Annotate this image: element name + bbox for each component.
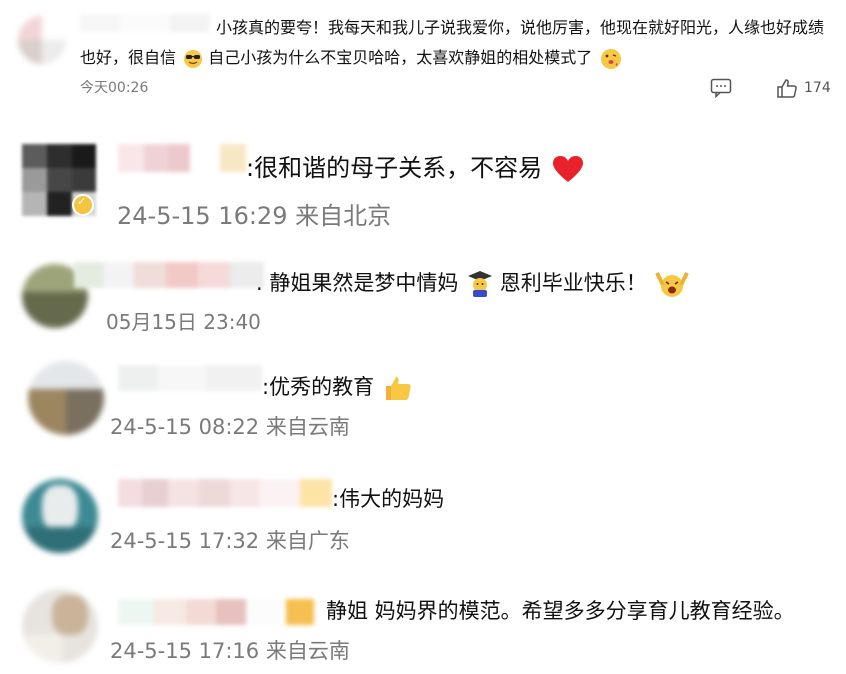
graduate-emoji-icon xyxy=(468,271,493,297)
comment-text-part: 自己小孩为什么不宝贝哈哈，太喜欢静姐的相处模式了 xyxy=(208,48,593,67)
comment-text-part: 也好，很自信 xyxy=(80,48,177,67)
comment-item-1: 小孩真的要夸！我每天和我儿子说我爱你，说他厉害，他现在就好阳光，人缘也好成绩 也… xyxy=(0,0,846,110)
cheering-emoji-icon xyxy=(655,272,690,297)
comment-text-part: . 静姐果然是梦中情妈 xyxy=(256,271,459,295)
comment-text: 静姐 妈妈界的模范。希望多多分享育儿教育经验。 xyxy=(326,599,795,623)
username-blurred[interactable] xyxy=(118,144,246,172)
comment-icon[interactable] xyxy=(710,78,732,98)
comment-text: :伟大的妈妈 xyxy=(332,487,445,511)
comment-text-part: 恩利毕业快乐！ xyxy=(499,271,647,295)
comment-item-3: . 静姐果然是梦中情妈 恩利毕业快乐！ 05月15日 23:40 xyxy=(0,250,846,340)
red-heart-emoji-icon xyxy=(552,156,583,182)
comment-time: 24-5-15 16:29 来自北京 xyxy=(117,202,392,230)
comment-text-part: :很和谐的母子关系，不容易 xyxy=(246,154,543,182)
thumbs-up-icon[interactable] xyxy=(776,78,798,98)
comment-item-6: 静姐 妈妈界的模范。希望多多分享育儿教育经验。 24-5-15 17:16 来自… xyxy=(0,575,846,674)
comment-text-line2: 也好，很自信 自己小孩为什么不宝贝哈哈，太喜欢静姐的相处模式了 xyxy=(80,44,623,71)
comment-text-part: :优秀的教育 xyxy=(262,375,375,399)
sunglasses-emoji-icon xyxy=(184,49,203,68)
comment-item-4: :优秀的教育 24-5-15 08:22 来自云南 xyxy=(0,355,846,450)
blowing-kiss-emoji-icon xyxy=(601,48,622,69)
comment-text: :优秀的教育 xyxy=(262,371,413,402)
comment-item-2: :很和谐的母子关系，不容易 24-5-15 16:29 来自北京 xyxy=(0,130,846,230)
comment-text: :很和谐的母子关系，不容易 xyxy=(246,148,584,183)
avatar[interactable] xyxy=(28,361,104,435)
avatar[interactable] xyxy=(22,589,98,663)
verified-badge-icon xyxy=(72,194,94,216)
comment-text: . 静姐果然是梦中情妈 恩利毕业快乐！ xyxy=(256,267,690,299)
comment-time: 24-5-15 08:22 来自云南 xyxy=(110,415,350,439)
username-blurred[interactable] xyxy=(118,599,314,625)
avatar[interactable] xyxy=(22,479,98,553)
comment-time: 今天00:26 xyxy=(80,80,149,96)
username-blurred[interactable] xyxy=(80,14,210,32)
comment-item-5: :伟大的妈妈 24-5-15 17:32 来自广东 xyxy=(0,465,846,560)
username-blurred[interactable] xyxy=(118,479,332,507)
comment-text-line1: 小孩真的要夸！我每天和我儿子说我爱你，说他厉害，他现在就好阳光，人缘也好成绩 xyxy=(216,18,825,37)
username-blurred[interactable] xyxy=(118,365,262,391)
comment-time: 24-5-15 17:16 来自云南 xyxy=(110,639,350,663)
username-blurred[interactable] xyxy=(74,262,264,288)
avatar[interactable] xyxy=(18,16,66,64)
like-count: 174 xyxy=(804,80,831,96)
comment-time: 05月15日 23:40 xyxy=(106,310,261,334)
comment-time: 24-5-15 17:32 来自广东 xyxy=(110,529,350,553)
thumbs-up-emoji-icon xyxy=(385,377,411,400)
